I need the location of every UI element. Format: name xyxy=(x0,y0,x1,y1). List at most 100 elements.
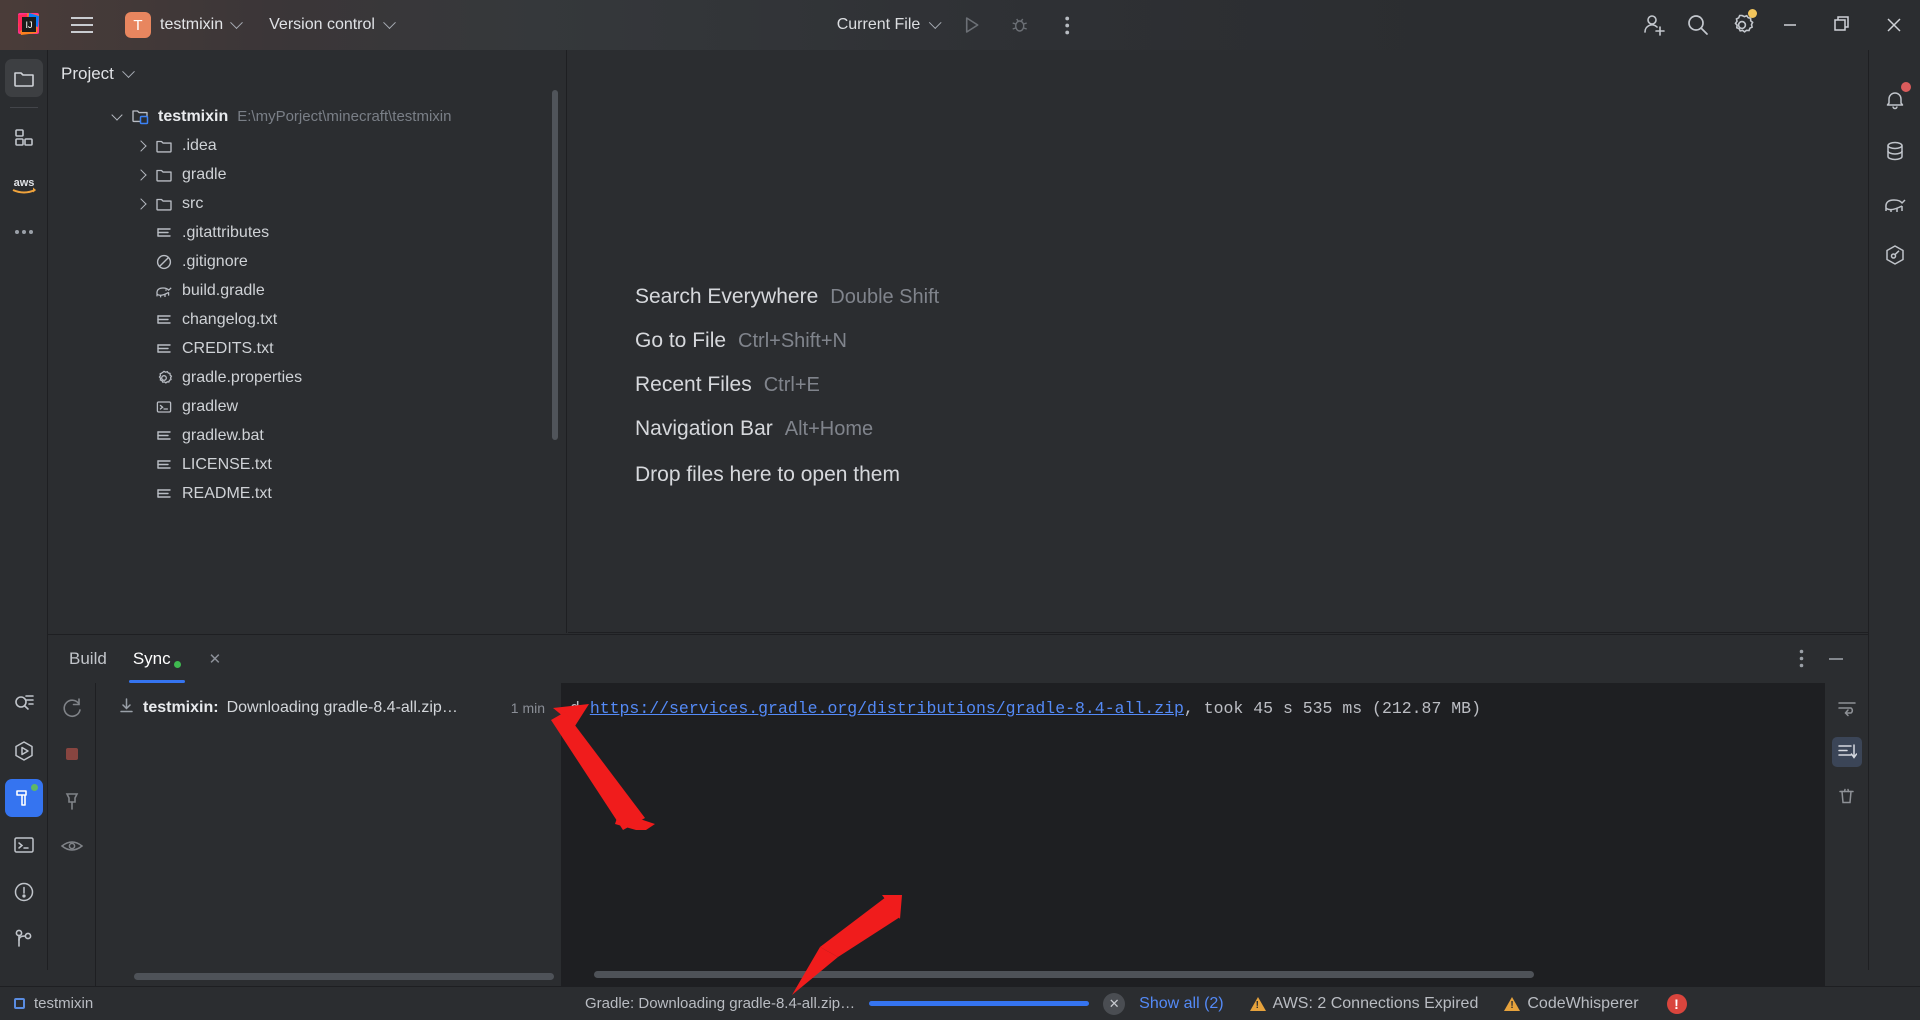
tree-node--gitattributes[interactable]: .gitattributes xyxy=(48,218,566,247)
tree-node-label: gradle.properties xyxy=(182,368,303,386)
progress-bar xyxy=(869,1001,1090,1006)
search-icon[interactable] xyxy=(1676,3,1720,47)
hint-action-label: Go to File xyxy=(635,329,727,352)
version-control-widget[interactable]: Version control xyxy=(269,15,396,34)
sidebar-item-git[interactable] xyxy=(5,920,43,958)
tree-node-credits-txt[interactable]: CREDITS.txt xyxy=(48,334,566,363)
tree-node-gradle[interactable]: gradle xyxy=(48,160,566,189)
main-menu-button[interactable] xyxy=(65,8,99,42)
right-tool-window-rail xyxy=(1868,50,1920,970)
gradle-elephant-icon xyxy=(152,282,176,299)
more-vertical-icon[interactable] xyxy=(1051,9,1083,41)
chevron-down-icon xyxy=(928,15,942,29)
chevron-down-icon[interactable] xyxy=(106,108,128,126)
hint-shortcut-label: Double Shift xyxy=(830,286,940,308)
console-download-link[interactable]: https://services.gradle.org/distribution… xyxy=(590,699,1184,718)
notification-badge xyxy=(1900,82,1911,92)
project-panel-title: Project xyxy=(61,64,114,83)
window-maximize-icon[interactable] xyxy=(1816,0,1868,50)
build-event-tree[interactable]: testmixin: Downloading gradle-8.4-all.zi… xyxy=(96,683,562,986)
text-file-icon xyxy=(152,485,176,503)
tree-node-license-txt[interactable]: LICENSE.txt xyxy=(48,450,566,479)
sidebar-item-problems[interactable] xyxy=(5,873,43,911)
chevron-right-icon[interactable] xyxy=(130,195,152,213)
project-tree-scrollbar[interactable] xyxy=(552,90,558,440)
sidebar-item-find[interactable] xyxy=(5,685,43,723)
project-file-tree[interactable]: testmixin E:\myPorject\minecraft\testmixi… xyxy=(48,98,566,508)
build-event-row[interactable]: testmixin: Downloading gradle-8.4-all.zi… xyxy=(96,693,561,723)
window-close-icon[interactable] xyxy=(1868,0,1920,50)
tree-node-gradlew-bat[interactable]: gradlew.bat xyxy=(48,421,566,450)
tree-node-testmixin[interactable]: testmixin E:\myPorject\minecraft\testmixi… xyxy=(48,102,566,131)
tree-node-readme-txt[interactable]: README.txt xyxy=(48,479,566,508)
tree-node-label: LICENSE.txt xyxy=(182,455,272,473)
folder-icon xyxy=(152,137,176,155)
tree-node-build-gradle[interactable]: build.gradle xyxy=(48,276,566,305)
drop-files-label: Drop files here to open them xyxy=(635,463,900,486)
stop-icon[interactable] xyxy=(59,741,85,767)
add-user-icon[interactable] xyxy=(1632,3,1676,47)
sidebar-item-project[interactable] xyxy=(4,59,43,97)
hint-action-label: Navigation Bar xyxy=(635,417,773,440)
sidebar-item-run[interactable] xyxy=(5,732,43,770)
tree-node--gitignore[interactable]: .gitignore xyxy=(48,247,566,276)
build-options-icon[interactable] xyxy=(1799,649,1804,673)
status-codewhisperer[interactable]: CodeWhisperer xyxy=(1504,995,1639,1013)
sidebar-item-structure[interactable] xyxy=(5,119,43,157)
close-icon[interactable]: ✕ xyxy=(209,650,222,668)
sidebar-item-more-tool-windows[interactable] xyxy=(5,213,43,251)
chevron-right-icon[interactable] xyxy=(130,166,152,184)
status-aws-label: AWS: 2 Connections Expired xyxy=(1272,994,1479,1012)
show-all-link[interactable]: Show all (2) xyxy=(1139,995,1223,1013)
run-play-icon[interactable] xyxy=(955,9,987,41)
sidebar-item-aws[interactable]: aws xyxy=(5,166,43,204)
error-exclamation-icon[interactable]: ! xyxy=(1666,993,1687,1014)
tree-node-gradle-properties[interactable]: gradle.properties xyxy=(48,363,566,392)
sidebar-item-maven[interactable] xyxy=(1876,236,1914,274)
eye-icon[interactable] xyxy=(59,833,85,859)
hint-row: Go to File Ctrl+Shift+N xyxy=(635,329,939,373)
cancel-x-icon[interactable]: ✕ xyxy=(1103,992,1126,1015)
tree-node-gradlew[interactable]: gradlew xyxy=(48,392,566,421)
sidebar-item-database[interactable] xyxy=(1876,132,1914,170)
console-toolbar xyxy=(1824,683,1868,986)
rerun-sync-icon[interactable] xyxy=(59,695,85,721)
project-panel-header[interactable]: Project xyxy=(48,50,566,98)
soft-wrap-icon[interactable] xyxy=(1832,693,1862,723)
status-aws-warning[interactable]: AWS: 2 Connections Expired xyxy=(1249,994,1479,1013)
gitignore-icon xyxy=(152,253,176,271)
clear-all-icon[interactable] xyxy=(1832,781,1862,811)
tree-node-src[interactable]: src xyxy=(48,189,566,218)
text-file-icon xyxy=(152,456,176,474)
tree-node-label: .gitignore xyxy=(182,252,248,270)
scroll-to-end-icon[interactable] xyxy=(1831,737,1862,767)
project-widget[interactable]: T testmixin xyxy=(121,8,249,42)
tab-build[interactable]: Build xyxy=(69,635,107,683)
tab-build-label: Build xyxy=(69,649,107,668)
debug-bug-icon[interactable] xyxy=(1003,9,1035,41)
gear-icon[interactable] xyxy=(1720,3,1764,47)
sidebar-item-gradle[interactable] xyxy=(1876,184,1914,222)
text-file-icon xyxy=(152,311,176,329)
sidebar-item-build[interactable] xyxy=(4,779,43,817)
console-hscrollbar[interactable] xyxy=(594,971,1534,978)
build-tree-hscrollbar[interactable] xyxy=(134,973,554,980)
status-project-widget[interactable]: testmixin xyxy=(14,995,93,1012)
run-configuration-selector[interactable]: Current File xyxy=(837,15,942,34)
status-progress-widget: Gradle: Downloading gradle-8.4-all.zip… … xyxy=(585,992,1687,1015)
tree-node-changelog-txt[interactable]: changelog.txt xyxy=(48,305,566,334)
tab-sync[interactable]: Sync xyxy=(128,635,185,683)
chevron-right-icon[interactable] xyxy=(130,137,152,155)
pin-icon[interactable] xyxy=(59,787,85,813)
sidebar-item-notifications[interactable] xyxy=(1876,80,1914,118)
build-tool-window: Build Sync ✕ testmixin: Downloading grad… xyxy=(48,634,1868,986)
sidebar-item-terminal[interactable] xyxy=(5,826,43,864)
tree-node-label: .gitattributes xyxy=(182,223,270,241)
build-console[interactable]: d https://services.gradle.org/distributi… xyxy=(562,683,1868,986)
hint-action-label: Search Everywhere xyxy=(635,285,819,308)
svg-text:IJ: IJ xyxy=(25,20,32,30)
window-minimize-icon[interactable] xyxy=(1764,0,1816,50)
editor-shortcut-hints: Search Everywhere Double Shift Go to File C… xyxy=(635,285,939,507)
tree-node--idea[interactable]: .idea xyxy=(48,131,566,160)
minimize-icon[interactable] xyxy=(1826,649,1846,673)
